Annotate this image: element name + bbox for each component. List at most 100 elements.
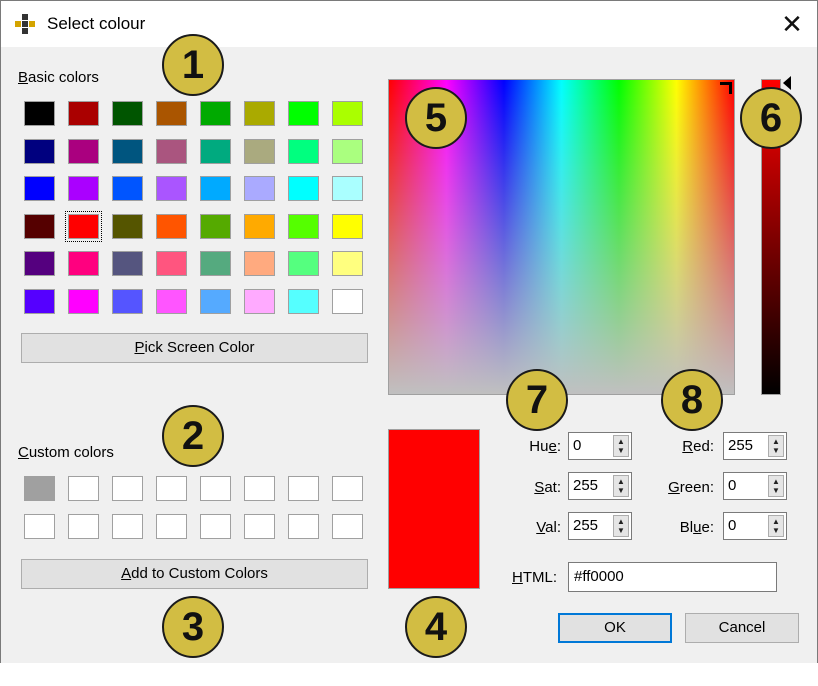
- basic-color-swatch[interactable]: [288, 213, 319, 239]
- pick-screen-color-button[interactable]: Pick Screen Color: [21, 333, 368, 363]
- basic-color-swatch[interactable]: [156, 101, 187, 126]
- basic-color-swatch[interactable]: [288, 288, 319, 314]
- green-spin-arrows[interactable]: ▲ ▼: [768, 475, 784, 497]
- custom-color-swatch[interactable]: [68, 476, 99, 501]
- basic-color-swatch[interactable]: [112, 101, 143, 126]
- basic-color-swatch[interactable]: [156, 176, 187, 201]
- sat-label: Sat:: [534, 479, 561, 496]
- basic-color-swatch[interactable]: [24, 251, 55, 276]
- basic-color-swatch[interactable]: [68, 138, 99, 164]
- callout-badge-1: 1: [162, 34, 224, 96]
- basic-color-swatch[interactable]: [244, 101, 275, 126]
- basic-color-swatch[interactable]: [332, 213, 363, 239]
- basic-color-swatch[interactable]: [200, 213, 231, 239]
- basic-color-swatch[interactable]: [112, 138, 143, 164]
- basic-color-swatch[interactable]: [68, 176, 99, 201]
- sat-spin-arrows[interactable]: ▲ ▼: [613, 475, 629, 497]
- val-label: Val:: [536, 519, 561, 536]
- custom-color-swatch[interactable]: [288, 476, 319, 501]
- basic-color-swatch[interactable]: [112, 176, 143, 201]
- basic-color-swatch[interactable]: [156, 251, 187, 276]
- custom-color-swatch[interactable]: [156, 476, 187, 501]
- ok-button[interactable]: OK: [558, 613, 672, 643]
- red-spin-arrows[interactable]: ▲ ▼: [768, 435, 784, 457]
- basic-color-swatch[interactable]: [200, 138, 231, 164]
- basic-color-swatch[interactable]: [24, 213, 55, 239]
- custom-color-swatch[interactable]: [244, 476, 275, 501]
- basic-color-swatch[interactable]: [332, 101, 363, 126]
- basic-color-swatch[interactable]: [244, 138, 275, 164]
- callout-badge-7: 7: [506, 369, 568, 431]
- blue-spinbox[interactable]: 0 ▲ ▼: [723, 512, 787, 540]
- green-spinbox[interactable]: 0 ▲ ▼: [723, 472, 787, 500]
- close-icon[interactable]: ✕: [772, 7, 812, 41]
- html-input[interactable]: #ff0000: [568, 562, 777, 592]
- val-spinbox[interactable]: 255 ▲ ▼: [568, 512, 632, 540]
- basic-color-swatch[interactable]: [244, 288, 275, 314]
- custom-color-swatch[interactable]: [200, 513, 231, 539]
- color-preview: [388, 429, 480, 589]
- basic-color-swatch[interactable]: [332, 288, 363, 314]
- basic-color-swatch[interactable]: [332, 138, 363, 164]
- custom-color-swatch[interactable]: [24, 476, 55, 501]
- add-to-custom-colors-button[interactable]: Add to Custom Colors: [21, 559, 368, 589]
- hue-label: Hue:: [529, 438, 561, 455]
- basic-color-swatch[interactable]: [200, 288, 231, 314]
- basic-color-swatch[interactable]: [288, 138, 319, 164]
- cancel-button[interactable]: Cancel: [685, 613, 799, 643]
- basic-color-swatch[interactable]: [156, 213, 187, 239]
- basic-color-swatch[interactable]: [200, 251, 231, 276]
- basic-color-swatch[interactable]: [24, 101, 55, 126]
- custom-color-swatch[interactable]: [200, 476, 231, 501]
- basic-color-swatch[interactable]: [244, 251, 275, 276]
- val-spin-arrows[interactable]: ▲ ▼: [613, 515, 629, 537]
- hue-spin-arrows[interactable]: ▲ ▼: [613, 435, 629, 457]
- basic-color-swatch[interactable]: [156, 138, 187, 164]
- custom-color-swatch[interactable]: [332, 513, 363, 539]
- basic-color-swatch[interactable]: [68, 251, 99, 276]
- app-icon: [15, 14, 35, 34]
- basic-color-swatch[interactable]: [112, 288, 143, 314]
- field-crosshair: [720, 82, 732, 94]
- basic-color-swatch[interactable]: [200, 176, 231, 201]
- sat-spinbox[interactable]: 255 ▲ ▼: [568, 472, 632, 500]
- basic-color-swatch[interactable]: [112, 251, 143, 276]
- red-spinbox[interactable]: 255 ▲ ▼: [723, 432, 787, 460]
- value-slider-marker-icon[interactable]: [782, 76, 792, 90]
- basic-color-swatch[interactable]: [24, 176, 55, 201]
- basic-color-swatch[interactable]: [24, 288, 55, 314]
- basic-color-swatch[interactable]: [288, 101, 319, 126]
- custom-color-swatch[interactable]: [112, 476, 143, 501]
- custom-color-swatch[interactable]: [332, 476, 363, 501]
- blue-spin-arrows[interactable]: ▲ ▼: [768, 515, 784, 537]
- basic-color-swatch[interactable]: [244, 213, 275, 239]
- basic-color-swatch[interactable]: [288, 251, 319, 276]
- custom-color-swatch[interactable]: [156, 513, 187, 539]
- custom-colors-label: Custom colors: [18, 444, 114, 461]
- basic-color-swatch[interactable]: [244, 176, 275, 201]
- basic-color-swatch[interactable]: [200, 101, 231, 126]
- basic-color-swatch[interactable]: [288, 176, 319, 201]
- custom-color-swatch[interactable]: [24, 513, 55, 539]
- basic-color-swatch[interactable]: [112, 213, 143, 239]
- basic-color-swatch[interactable]: [68, 288, 99, 314]
- callout-badge-5: 5: [405, 87, 467, 149]
- basic-color-swatch[interactable]: [156, 288, 187, 314]
- custom-color-swatch[interactable]: [288, 513, 319, 539]
- custom-color-swatch[interactable]: [68, 513, 99, 539]
- basic-color-swatch[interactable]: [68, 101, 99, 126]
- callout-badge-6: 6: [740, 87, 802, 149]
- callout-badge-4: 4: [405, 596, 467, 658]
- basic-color-swatch[interactable]: [65, 210, 102, 242]
- window-title: Select colour: [47, 14, 146, 33]
- hue-spinbox[interactable]: 0 ▲ ▼: [568, 432, 632, 460]
- green-label: Green:: [668, 479, 714, 496]
- blue-label: Blue:: [679, 519, 714, 536]
- callout-badge-8: 8: [661, 369, 723, 431]
- basic-color-swatch[interactable]: [24, 138, 55, 164]
- basic-color-swatch[interactable]: [332, 176, 363, 201]
- custom-color-swatch[interactable]: [112, 513, 143, 539]
- callout-badge-2: 2: [162, 405, 224, 467]
- custom-color-swatch[interactable]: [244, 513, 275, 539]
- basic-color-swatch[interactable]: [332, 251, 363, 276]
